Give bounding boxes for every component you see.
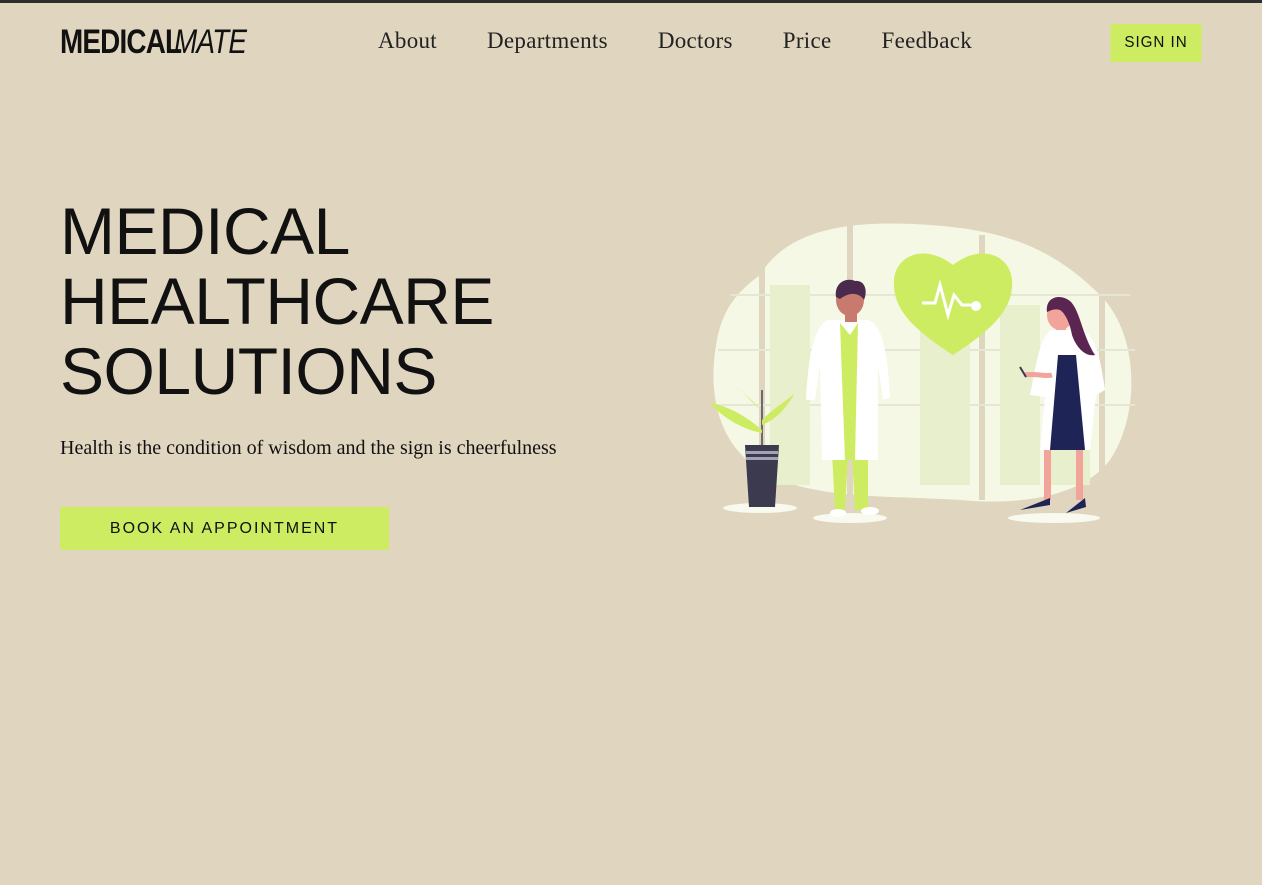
- top-border: [0, 0, 1262, 3]
- nav-about[interactable]: About: [378, 28, 437, 54]
- logo-bold-text: MEDICAL: [60, 23, 182, 61]
- main-nav: About Departments Doctors Price Feedback: [378, 28, 1022, 54]
- hero-tagline: Health is the condition of wisdom and th…: [60, 437, 557, 459]
- hero-title-line: HEALTHCARE: [60, 264, 494, 338]
- logo-thin-text: MATE: [173, 23, 247, 61]
- nav-doctors[interactable]: Doctors: [658, 28, 733, 54]
- hero-title-line: SOLUTIONS: [60, 334, 437, 408]
- book-appointment-button[interactable]: BOOK AN APPOINTMENT: [60, 507, 389, 550]
- nav-price[interactable]: Price: [783, 28, 832, 54]
- hero-title: MEDICAL HEALTHCARE SOLUTIONS: [60, 196, 494, 406]
- nav-departments[interactable]: Departments: [487, 28, 608, 54]
- logo[interactable]: MEDICAL MATE: [60, 22, 262, 61]
- hero-title-line: MEDICAL: [60, 194, 350, 268]
- hero-illustration: [710, 220, 1135, 523]
- nav-feedback[interactable]: Feedback: [882, 28, 973, 54]
- sign-in-button[interactable]: SIGN IN: [1110, 24, 1202, 62]
